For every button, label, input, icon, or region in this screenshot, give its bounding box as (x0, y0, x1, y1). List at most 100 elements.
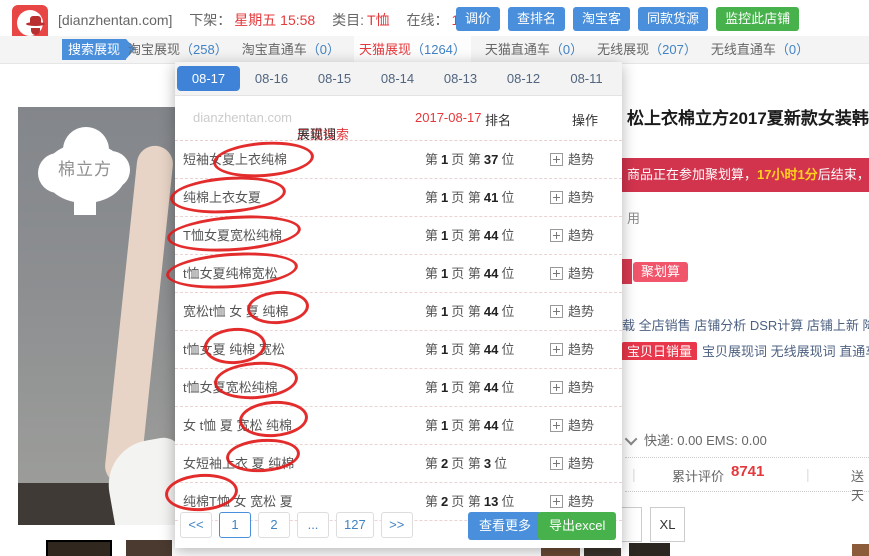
review-more-fragment: 送天 (851, 466, 869, 504)
action-column-header: 操作 (572, 110, 598, 129)
trend-action[interactable]: 趋势 (550, 255, 594, 292)
trend-action[interactable]: 趋势 (550, 369, 594, 406)
page-1-button[interactable]: 1 (219, 512, 251, 538)
plugin-nav: 搜索展现 淘宝展现（258） 淘宝直通车（0） 天猫展现（1264） 天猫直通车… (0, 36, 869, 64)
separator: | (806, 466, 810, 482)
date-tab-08-16[interactable]: 08-16 (240, 66, 303, 91)
keyword-row: 宽松t恤 女 夏 纯棉 第1页 第44位 趋势 (175, 293, 622, 331)
gallery-thumbnail[interactable] (629, 543, 670, 556)
rank-text: 第1页 第44位 (425, 369, 514, 406)
rank-text: 第1页 第44位 (425, 331, 514, 368)
daily-sales-badge[interactable]: 宝贝日销量 (622, 342, 697, 360)
screen: [dianzhentan.com] 下架：星期五 15:58 类目:T恤 在线：… (0, 0, 869, 556)
page-prev-button[interactable]: << (180, 512, 212, 538)
rank-text: 第1页 第44位 (425, 407, 514, 444)
juhuasuan-badge: 聚划算 (633, 262, 688, 282)
divider (625, 491, 869, 492)
expand-trend-icon (550, 229, 563, 242)
page-ellipsis[interactable]: ... (297, 512, 329, 538)
tab-tmall-display[interactable]: 天猫展现（1264） (354, 36, 471, 63)
tool-links-row1[interactable]: 载 全店销售 店铺分析 DSR计算 店铺上新 降权 (622, 315, 869, 334)
trend-action[interactable]: 趋势 (550, 141, 594, 178)
product-title: 松上衣棉立方2017夏新款女装韩版 (627, 104, 869, 129)
shipping-info: 快递: 0.00 EMS: 0.00 (628, 430, 767, 449)
tab-wireless-ztc[interactable]: 无线直通车（0） (711, 36, 809, 63)
trend-action[interactable]: 趋势 (550, 293, 594, 330)
tab-taobao-ztc[interactable]: 淘宝直通车（0） (242, 36, 340, 63)
site-watermark: dianzhentan.com (193, 110, 292, 125)
shop-domain: [dianzhentan.com] (58, 12, 172, 28)
report-date: 2017-08-17 (415, 110, 482, 125)
chevron-down-icon[interactable] (625, 433, 638, 446)
view-more-button[interactable]: 查看更多 (468, 512, 542, 540)
size-option-xl[interactable]: XL (650, 507, 685, 542)
date-tab-08-17[interactable]: 08-17 (177, 66, 240, 91)
tool-links-row2: 宝贝日销量宝贝展现词 无线展现词 直通车分 (622, 341, 869, 360)
expand-trend-icon (550, 381, 563, 394)
offshelf-label: 下架： (189, 12, 231, 28)
rank-column-header: 排名 (485, 110, 511, 129)
date-tab-08-13[interactable]: 08-13 (429, 66, 492, 91)
tab-wireless-display[interactable]: 无线展现（207） (597, 36, 697, 63)
date-tabs: 08-17 08-16 08-15 08-14 08-13 08-12 08-1… (175, 62, 622, 96)
display-tabs: 淘宝展现（258） 淘宝直通车（0） 天猫展现（1264） 天猫直通车（0） 无… (128, 36, 823, 63)
search-display-ribbon[interactable]: 搜索展现 (62, 39, 126, 60)
ribbon-label: 搜索展现 (68, 42, 120, 57)
gallery-thumbnail[interactable] (46, 540, 112, 556)
juhuasuan-banner: 商品正在参加聚划算，17小时1分后结束，请 (622, 158, 869, 192)
export-excel-button[interactable]: 导出excel (538, 512, 616, 540)
rank-text: 第2页 第3位 (425, 445, 507, 482)
gallery-thumbnail[interactable] (541, 548, 580, 556)
plugin-topbar: [dianzhentan.com] 下架：星期五 15:58 类目:T恤 在线：… (0, 0, 869, 36)
page-2-button[interactable]: 2 (258, 512, 290, 538)
brand-logo: 棉立方 (40, 127, 132, 221)
offshelf-value: 星期五 15:58 (234, 12, 315, 28)
expand-trend-icon (550, 343, 563, 356)
trend-action[interactable]: 趋势 (550, 445, 594, 482)
check-rank-button[interactable]: 查排名 (508, 7, 565, 31)
popup-footer: << 1 2 ... 127 >> 查看更多 导出excel (180, 512, 617, 540)
product-main-image[interactable]: 棉立方 (18, 107, 175, 525)
gallery-thumbnail[interactable] (584, 548, 621, 556)
trend-action[interactable]: 趋势 (550, 407, 594, 444)
review-count-value: 8741 (731, 463, 764, 480)
rank-text: 第1页 第44位 (425, 293, 514, 330)
pagination: << 1 2 ... 127 >> (180, 512, 420, 538)
expand-trend-icon (550, 419, 563, 432)
date-tab-08-14[interactable]: 08-14 (366, 66, 429, 91)
keyword-rank-popup: 08-17 08-16 08-15 08-14 08-13 08-12 08-1… (175, 62, 622, 548)
trend-action[interactable]: 趋势 (550, 179, 594, 216)
date-tab-08-11[interactable]: 08-11 (555, 66, 618, 91)
rank-text: 第1页 第44位 (425, 217, 514, 254)
text-fragment: 用 (627, 208, 640, 227)
review-count-label: 累计评价 (672, 466, 724, 485)
monitor-shop-button[interactable]: 监控此店铺 (716, 7, 799, 31)
expand-trend-icon (550, 191, 563, 204)
divider (625, 457, 869, 458)
category-value: T恤 (367, 12, 390, 28)
rank-text: 第1页 第41位 (425, 179, 514, 216)
brand-logo-text: 棉立方 (40, 155, 130, 180)
tab-taobao-display[interactable]: 淘宝展现（258） (128, 36, 228, 63)
date-tab-08-15[interactable]: 08-15 (303, 66, 366, 91)
trend-action[interactable]: 趋势 (550, 217, 594, 254)
countdown-value: 17小时1分 (757, 167, 818, 182)
gallery-thumbnail[interactable] (126, 540, 172, 556)
tab-tmall-ztc[interactable]: 天猫直通车（0） (485, 36, 583, 63)
topbar-buttons: 调价 查排名 淘宝客 同款货源 监控此店铺 (456, 7, 799, 31)
gallery-thumbnail[interactable] (852, 544, 869, 556)
page-next-button[interactable]: >> (381, 512, 413, 538)
popup-table-header: dianzhentan.com 天猫搜索展现词 2017-08-17 排名 操作 (175, 96, 622, 141)
trend-action[interactable]: 趋势 (550, 331, 594, 368)
taobaoke-button[interactable]: 淘宝客 (573, 7, 630, 31)
expand-trend-icon (550, 153, 563, 166)
shop-info-line: [dianzhentan.com] 下架：星期五 15:58 类目:T恤 在线：… (58, 10, 500, 30)
adjust-price-button[interactable]: 调价 (456, 7, 500, 31)
expand-trend-icon (550, 457, 563, 470)
page-last-button[interactable]: 127 (336, 512, 374, 538)
rank-text: 第1页 第37位 (425, 141, 514, 178)
same-source-button[interactable]: 同款货源 (638, 7, 708, 31)
date-tab-08-12[interactable]: 08-12 (492, 66, 555, 91)
expand-trend-icon (550, 495, 563, 508)
category-label: 类目: (332, 12, 364, 28)
